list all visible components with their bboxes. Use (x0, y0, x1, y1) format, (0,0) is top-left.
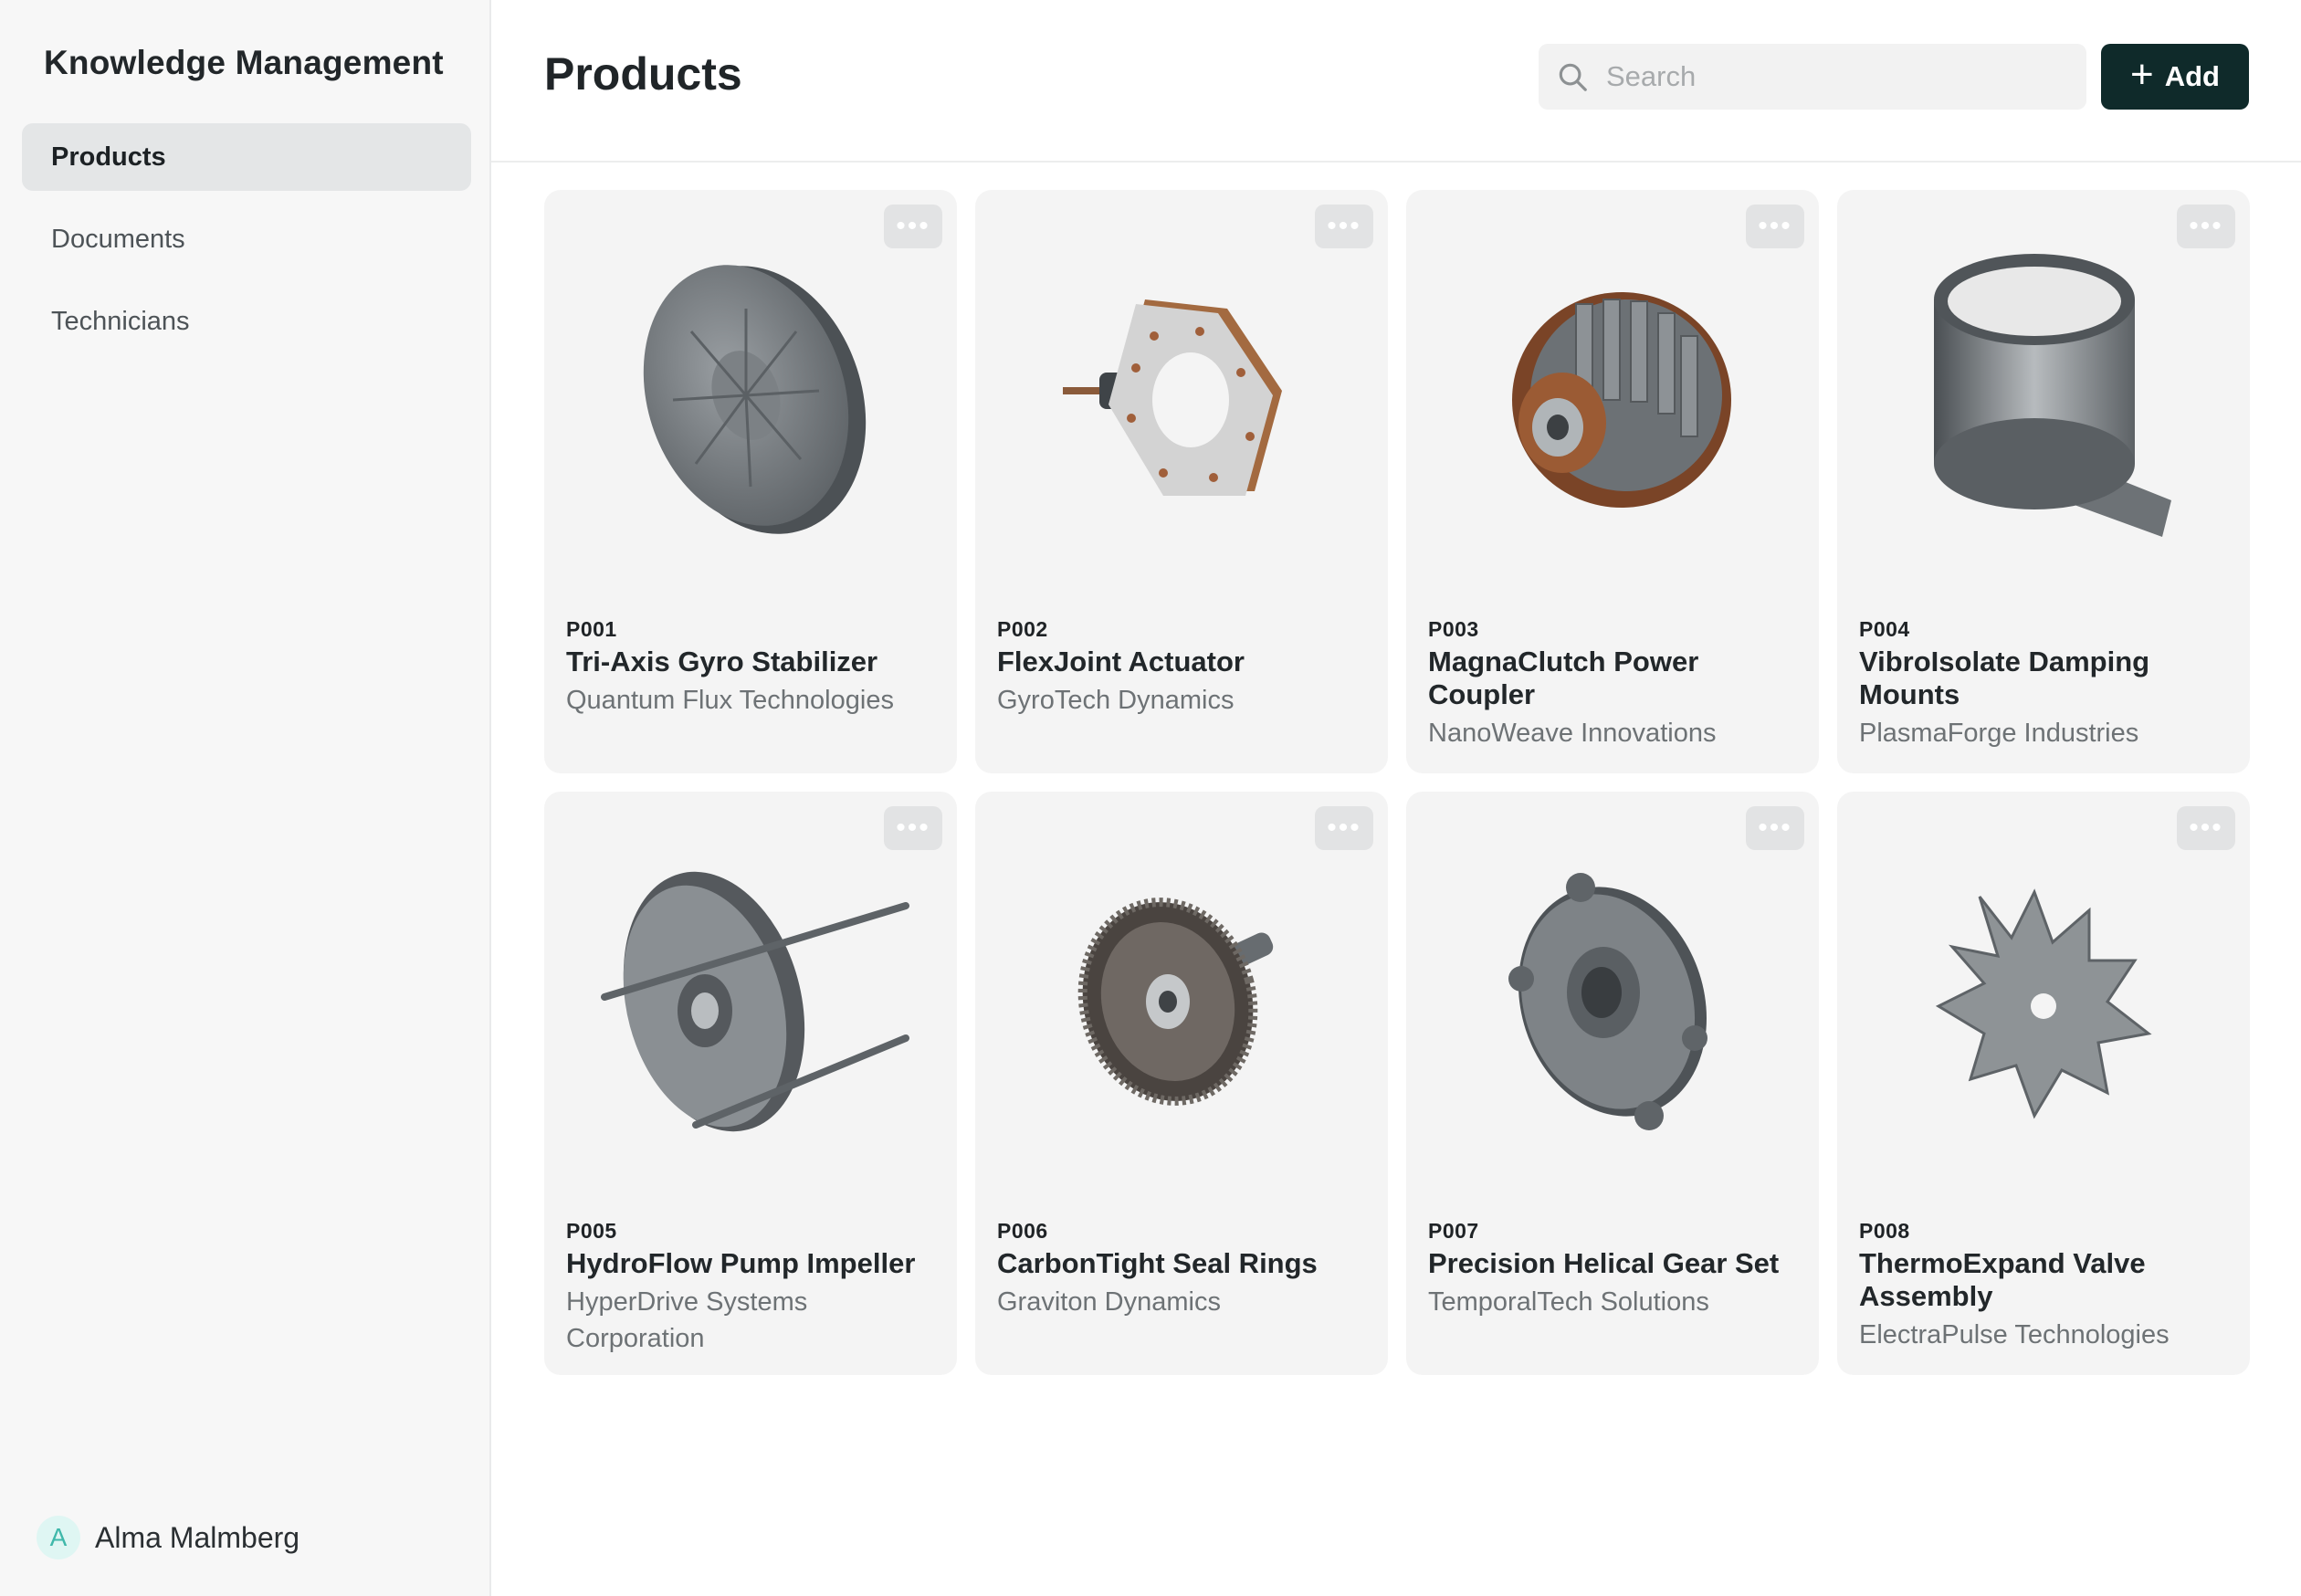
product-info: P001 Tri-Axis Gyro Stabilizer Quantum Fl… (566, 617, 935, 719)
product-id: P004 (1859, 617, 1910, 641)
more-options-icon[interactable]: ••• (1315, 205, 1373, 248)
plus-icon: + (2130, 52, 2154, 97)
search-input[interactable] (1604, 59, 2046, 94)
product-company: TemporalTech Solutions (1428, 1287, 1709, 1317)
sidebar-item-label: Documents (51, 224, 185, 254)
add-button-label: Add (2164, 60, 2220, 92)
product-name: VibroIsolate Damping Mounts (1859, 646, 2150, 710)
product-image (975, 190, 1388, 610)
sidebar-item-technicians[interactable]: Technicians (22, 288, 471, 355)
product-info: P004 VibroIsolate Damping Mounts PlasmaF… (1859, 617, 2228, 751)
more-options-icon[interactable]: ••• (2177, 806, 2235, 850)
product-name: Tri-Axis Gyro Stabilizer (566, 646, 878, 677)
app-title: Knowledge Management (44, 44, 444, 81)
product-id: P002 (997, 617, 1048, 641)
add-button[interactable]: + Add (2101, 44, 2249, 110)
sidebar: Knowledge Management Products Documents … (0, 0, 491, 1596)
page-title: Products (544, 48, 742, 100)
product-card[interactable]: ••• P003 MagnaClutch Power Coupler NanoW… (1406, 190, 1819, 773)
product-id: P006 (997, 1219, 1048, 1243)
more-options-icon[interactable]: ••• (2177, 205, 2235, 248)
product-card[interactable]: ••• P004 VibroIsolate Damping Mounts Pla… (1837, 190, 2250, 773)
avatar: A (37, 1516, 80, 1559)
product-image (1837, 792, 2250, 1212)
product-id: P003 (1428, 617, 1479, 641)
product-company: PlasmaForge Industries (1859, 719, 2139, 748)
product-id: P008 (1859, 1219, 1910, 1243)
product-image (544, 792, 957, 1212)
product-card[interactable]: ••• P007 Precision Helical Gear Set Temp… (1406, 792, 1819, 1375)
housing-part-icon (601, 871, 909, 1132)
main-content: Products + Add (491, 0, 2301, 1596)
product-card[interactable]: ••• P008 ThermoExpand Valve Assembly Ele… (1837, 792, 2250, 1375)
product-info: P006 CarbonTight Seal Rings Graviton Dyn… (997, 1219, 1366, 1320)
disc-part-icon (643, 265, 867, 534)
flange-part-icon (1508, 873, 1707, 1130)
product-info: P008 ThermoExpand Valve Assembly Electra… (1859, 1219, 2228, 1353)
product-name: FlexJoint Actuator (997, 646, 1245, 677)
product-id: P001 (566, 617, 617, 641)
more-options-icon[interactable]: ••• (884, 205, 942, 248)
product-name: HydroFlow Pump Impeller (566, 1247, 916, 1279)
sidebar-item-label: Technicians (51, 306, 190, 336)
product-card[interactable]: ••• P006 CarbonTight Seal Rings Graviton… (975, 792, 1388, 1375)
product-card[interactable]: ••• P002 FlexJoint Actuator GyroTech Dyn… (975, 190, 1388, 773)
search-icon (1559, 63, 1587, 91)
more-options-icon[interactable]: ••• (884, 806, 942, 850)
more-options-icon[interactable]: ••• (1315, 806, 1373, 850)
product-name: ThermoExpand Valve Assembly (1859, 1247, 2146, 1312)
product-company: Graviton Dynamics (997, 1287, 1221, 1317)
search-box (1539, 44, 2086, 110)
product-info: P005 HydroFlow Pump Impeller HyperDrive … (566, 1219, 935, 1357)
product-info: P003 MagnaClutch Power Coupler NanoWeave… (1428, 617, 1797, 751)
product-info: P007 Precision Helical Gear Set Temporal… (1428, 1219, 1797, 1320)
product-image (975, 792, 1388, 1212)
star-part-icon (1935, 888, 2152, 1119)
product-grid: ••• P001 Tri-Axis Gyro Stabilizer Quantu… (544, 190, 2250, 1375)
sidebar-item-documents[interactable]: Documents (22, 205, 471, 273)
product-company: HyperDrive Systems Corporation (566, 1287, 808, 1353)
product-card[interactable]: ••• P005 HydroFlow Pump Impeller HyperDr… (544, 792, 957, 1375)
sidebar-nav: Products Documents Technicians (22, 123, 471, 370)
gear-part-icon (1077, 898, 1274, 1106)
product-info: P002 FlexJoint Actuator GyroTech Dynamic… (997, 617, 1366, 719)
product-image (1837, 190, 2250, 610)
product-image (1406, 190, 1819, 610)
product-company: ElectraPulse Technologies (1859, 1320, 2170, 1349)
product-name: CarbonTight Seal Rings (997, 1247, 1318, 1279)
plate-part-icon (1063, 299, 1282, 496)
sidebar-item-products[interactable]: Products (22, 123, 471, 191)
product-card[interactable]: ••• P001 Tri-Axis Gyro Stabilizer Quantu… (544, 190, 957, 773)
product-id: P007 (1428, 1219, 1479, 1243)
product-image (1406, 792, 1819, 1212)
stator-part-icon (1512, 292, 1731, 508)
more-options-icon[interactable]: ••• (1746, 205, 1804, 248)
product-name: Precision Helical Gear Set (1428, 1247, 1780, 1279)
product-id: P005 (566, 1219, 617, 1243)
product-name: MagnaClutch Power Coupler (1428, 646, 1699, 710)
user-profile[interactable]: A Alma Malmberg (37, 1516, 299, 1559)
more-options-icon[interactable]: ••• (1746, 806, 1804, 850)
product-company: NanoWeave Innovations (1428, 719, 1717, 748)
product-image (544, 190, 957, 610)
product-company: GyroTech Dynamics (997, 686, 1235, 715)
topbar: Products + Add (491, 0, 2301, 163)
user-name: Alma Malmberg (95, 1520, 300, 1554)
product-company: Quantum Flux Technologies (566, 686, 894, 715)
sidebar-item-label: Products (51, 142, 166, 172)
cylinder-part-icon (1934, 254, 2171, 537)
